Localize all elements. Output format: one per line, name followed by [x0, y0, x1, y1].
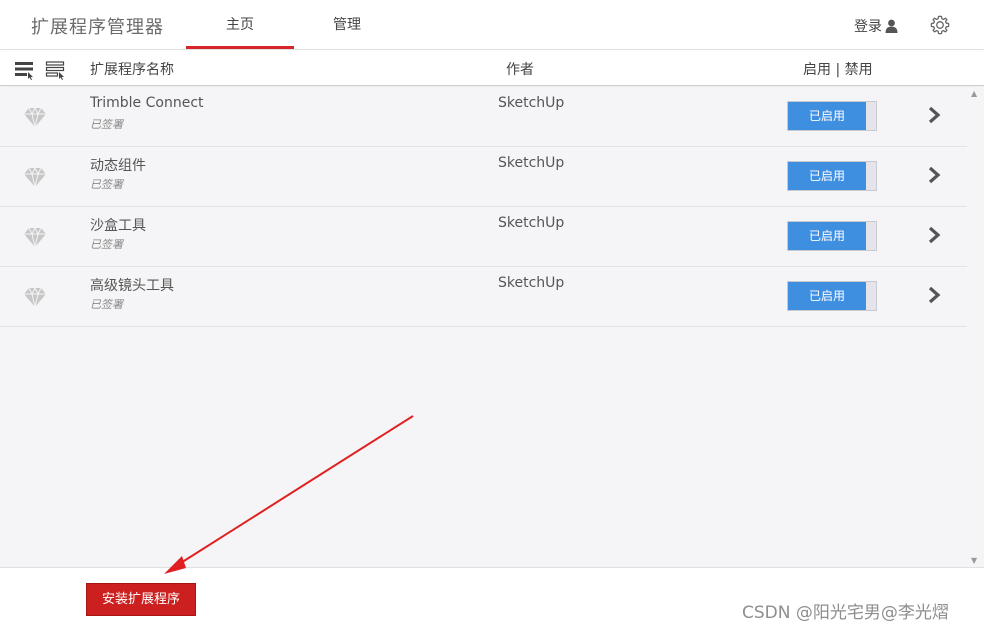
ruby-gem-icon [24, 166, 46, 188]
vertical-scrollbar[interactable]: ▲ ▼ [967, 87, 984, 567]
scroll-down-arrow-icon[interactable]: ▼ [971, 556, 977, 565]
extension-name: 沙盒工具 [90, 218, 146, 234]
footer-bar: 安装扩展程序 CSDN @阳光宅男@李光熠 [0, 567, 984, 629]
extension-row[interactable]: Trimble Connect 已签署 SketchUp 已启用 [0, 87, 967, 147]
tab-home-label: 主页 [226, 17, 254, 33]
user-icon [885, 19, 898, 33]
extension-author: SketchUp [498, 275, 565, 291]
login-label: 登录 [854, 19, 882, 35]
scroll-up-arrow-icon[interactable]: ▲ [971, 89, 977, 98]
gear-icon[interactable] [929, 14, 951, 36]
login-button[interactable]: 登录 [854, 16, 898, 36]
chevron-right-icon[interactable] [925, 104, 943, 126]
ruby-gem-icon [24, 106, 46, 128]
extension-author: SketchUp [498, 215, 565, 231]
extension-name: Trimble Connect [90, 95, 204, 111]
chevron-right-icon[interactable] [925, 224, 943, 246]
column-author-header: 作者 [506, 62, 534, 78]
compact-list-icon[interactable] [45, 60, 65, 80]
extension-author: SketchUp [498, 95, 565, 111]
extension-author: SketchUp [498, 155, 565, 171]
enable-toggle[interactable]: 已启用 [787, 221, 877, 251]
ruby-gem-icon [24, 286, 46, 308]
column-header: 扩展程序名称 作者 启用 | 禁用 [0, 50, 984, 86]
ruby-gem-icon [24, 226, 46, 248]
tab-manage-label: 管理 [333, 17, 361, 33]
extension-row[interactable]: 动态组件 已签署 SketchUp 已启用 [0, 147, 967, 207]
list-view-icon[interactable] [14, 60, 34, 80]
extension-name: 动态组件 [90, 158, 146, 174]
extension-name: 高级镜头工具 [90, 278, 174, 294]
signed-label: 已签署 [90, 238, 123, 251]
signed-label: 已签署 [90, 118, 123, 131]
install-extension-button[interactable]: 安装扩展程序 [86, 583, 196, 616]
toggle-status-label: 已启用 [788, 102, 866, 130]
extension-row[interactable]: 沙盒工具 已签署 SketchUp 已启用 [0, 207, 967, 267]
extension-row[interactable]: 高级镜头工具 已签署 SketchUp 已启用 [0, 267, 967, 327]
top-bar: 扩展程序管理器 主页 管理 登录 [0, 0, 984, 50]
enable-toggle[interactable]: 已启用 [787, 281, 877, 311]
signed-label: 已签署 [90, 298, 123, 311]
column-name-header: 扩展程序名称 [90, 62, 174, 78]
tab-manage[interactable]: 管理 [293, 0, 401, 50]
watermark: CSDN @阳光宅男@李光熠 [742, 603, 949, 623]
active-tab-indicator [186, 46, 294, 49]
enable-toggle[interactable]: 已启用 [787, 101, 877, 131]
tab-home[interactable]: 主页 [186, 0, 294, 50]
enable-toggle[interactable]: 已启用 [787, 161, 877, 191]
toggle-status-label: 已启用 [788, 222, 866, 250]
extension-list: Trimble Connect 已签署 SketchUp 已启用 动态组件 已签… [0, 87, 984, 567]
chevron-right-icon[interactable] [925, 164, 943, 186]
toggle-status-label: 已启用 [788, 162, 866, 190]
toggle-status-label: 已启用 [788, 282, 866, 310]
app-title: 扩展程序管理器 [31, 17, 164, 38]
chevron-right-icon[interactable] [925, 284, 943, 306]
signed-label: 已签署 [90, 178, 123, 191]
column-enable-header: 启用 | 禁用 [803, 62, 873, 78]
